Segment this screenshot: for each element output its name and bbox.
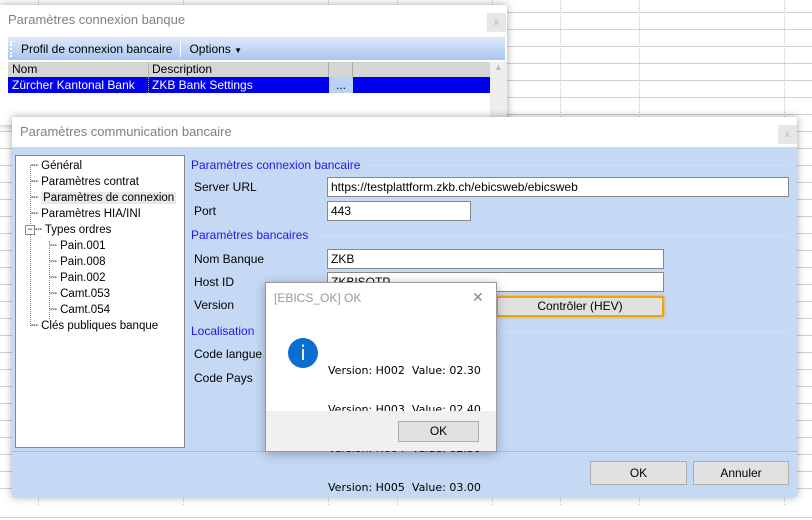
close-button[interactable]: x xyxy=(778,125,797,144)
tree-item-camt053[interactable]: ┄ Camt.053 xyxy=(50,286,110,300)
toolbar: Profil de connexion bancaire Options ▼ xyxy=(8,37,505,60)
tree-item-camt054[interactable]: ┄ Camt.054 xyxy=(50,302,110,316)
server-url-input[interactable]: https://testplattform.zkb.ch/ebicsweb/eb… xyxy=(327,177,789,197)
tree-label: Camt.053 xyxy=(60,288,110,300)
label-code-langue: Code langue xyxy=(194,347,263,361)
tree-item-cles[interactable]: ┄ Clés publiques banque xyxy=(31,318,158,332)
tree-label: Paramètres HIA/INI xyxy=(41,208,141,220)
bank-connection-window: Paramètres connexion banque x Profil de … xyxy=(0,5,507,125)
collapse-icon[interactable]: − xyxy=(25,224,35,235)
window-title: Paramètres connexion banque xyxy=(8,12,186,27)
profile-table: Nom Description Zürcher Kantonal Bank ZKB … xyxy=(8,62,490,93)
options-label: Options xyxy=(189,41,231,56)
column-header-name[interactable]: Nom xyxy=(8,62,149,77)
window-title: Paramètres communication bancaire xyxy=(20,124,232,139)
version-line: Version: H002 Value: 02.30 xyxy=(328,364,481,377)
tree-item-pain002[interactable]: ┄ Pain.002 xyxy=(50,270,106,284)
scrollbar[interactable]: ▲ xyxy=(490,62,507,125)
dialog-ok-button[interactable]: OK xyxy=(398,421,479,442)
ebics-ok-dialog: [EBICS_OK] OK ✕ i Version: H002 Value: 0… xyxy=(265,282,497,494)
section-connexion: Paramètres connexion bancaire xyxy=(191,158,361,172)
close-icon[interactable]: ✕ xyxy=(472,289,484,306)
tree-item-hia-ini[interactable]: ┄ Paramètres HIA/INI xyxy=(31,206,141,220)
tree-label: Général xyxy=(41,160,83,172)
tree-label: Paramètres de connexion xyxy=(41,192,177,204)
tree-item-types-ordres[interactable]: − ┄ Types ordres xyxy=(25,222,111,236)
settings-tree: ┄ Général ┄ Paramètres contrat ┄ Paramèt… xyxy=(15,155,185,448)
cell-description: ZKB Bank Settings xyxy=(152,78,253,92)
ellipsis-button[interactable]: ... xyxy=(329,77,353,93)
tree-label: Clés publiques banque xyxy=(41,320,159,332)
label-port: Port xyxy=(194,204,217,218)
table-row[interactable]: Zürcher Kantonal Bank ZKB Bank Settings..… xyxy=(8,77,490,93)
column-header-description[interactable]: Description xyxy=(149,62,329,77)
tree-label: Pain.008 xyxy=(60,256,106,268)
dropdown-icon: ▼ xyxy=(234,45,243,55)
profile-menu[interactable]: Profil de connexion bancaire xyxy=(13,42,180,56)
section-bancaires: Paramètres bancaires xyxy=(191,228,309,242)
port-input[interactable]: 443 xyxy=(327,201,471,221)
close-button[interactable]: x xyxy=(487,13,506,32)
dialog-footer: OK xyxy=(266,411,496,451)
tree-label: Types ordres xyxy=(44,224,112,236)
tree-item-pain001[interactable]: ┄ Pain.001 xyxy=(50,238,106,252)
column-header-extra xyxy=(329,62,353,77)
nom-banque-input[interactable]: ZKB xyxy=(327,249,664,269)
dialog-title: [EBICS_OK] OK xyxy=(274,291,362,305)
tree-label: Pain.002 xyxy=(60,272,106,284)
cell-name: Zürcher Kantonal Bank xyxy=(8,77,149,93)
tree-label: Pain.001 xyxy=(60,240,106,252)
tree-item-general[interactable]: ┄ Général xyxy=(31,158,82,172)
info-icon: i xyxy=(288,338,318,368)
label-nom-banque: Nom Banque xyxy=(194,252,265,266)
cancel-button[interactable]: Annuler xyxy=(693,461,789,485)
label-host-id: Host ID xyxy=(194,275,235,289)
tree-item-contrat[interactable]: ┄ Paramètres contrat xyxy=(31,174,139,188)
label-code-pays: Code Pays xyxy=(194,371,253,385)
tree-item-pain008[interactable]: ┄ Pain.008 xyxy=(50,254,106,268)
label-version: Version xyxy=(194,298,235,312)
options-menu[interactable]: Options ▼ xyxy=(181,42,250,56)
version-line: Version: H005 Value: 03.00 xyxy=(328,481,481,494)
tree-item-connexion[interactable]: ┄ Paramètres de connexion xyxy=(31,190,177,204)
section-localisation: Localisation xyxy=(191,324,255,338)
ok-button[interactable]: OK xyxy=(590,461,687,485)
check-hev-button[interactable]: Contrôler (HEV) xyxy=(496,296,664,317)
label-server-url: Server URL xyxy=(194,180,257,194)
tree-label: Camt.054 xyxy=(60,304,110,316)
tree-label: Paramètres contrat xyxy=(41,176,139,188)
